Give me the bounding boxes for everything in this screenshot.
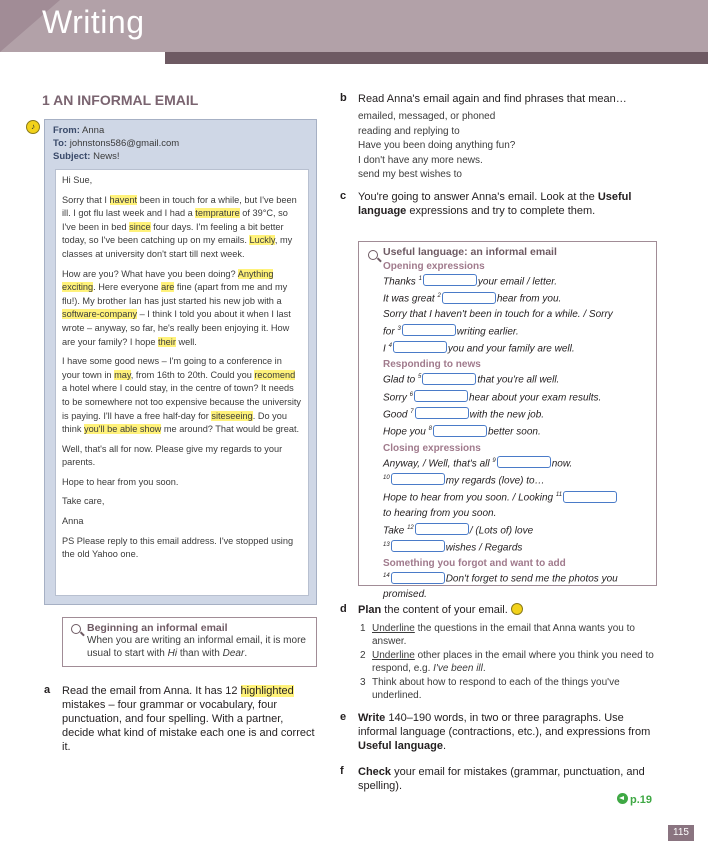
list-item: 2 Underline other places in the email whe… [360,650,654,674]
list-item: I don't have any more news. [358,154,483,166]
email-greeting: Hi Sue, [62,175,93,185]
useful-language-title: Useful language: an informal email [383,246,557,258]
email-paragraph-5: Hope to hear from you soon. [62,476,179,487]
answer-field[interactable] [432,424,487,437]
task-b-text: Read Anna's email again and find phrases… [358,93,627,105]
mistake-highlight: may [114,369,131,380]
phrase-line: Hope you 8 better soon. [383,424,541,438]
mistake-highlight: havent [109,194,138,205]
mistake-highlight: Luckly [249,235,275,246]
list-item: 3 Think about how to respond to each of t… [360,677,620,701]
phrase-line: Good 7 with the new job. [383,407,545,421]
email-paragraph-3: I have some good news – I'm going to a c… [62,356,302,435]
answer-field[interactable] [392,341,447,354]
header-strip [165,52,708,64]
list-item: emailed, messaged, or phoned [358,111,496,122]
tip-box: Beginning an informal email When you are… [62,617,317,667]
plan-list: 1 Underline the questions in the email th… [360,622,660,703]
answer-field[interactable] [441,291,496,304]
phrase-line: promised. [383,588,427,600]
answer-field[interactable] [414,389,469,402]
phrase-line: to hearing from you soon. [383,507,497,519]
page-reference-link[interactable]: p.19 [617,793,652,806]
task-a-letter: a [44,684,51,696]
email-subject: News! [93,151,120,162]
mistake-highlight: are [161,282,175,293]
arrow-icon [617,793,628,804]
email-paragraph-4: Well, that's all for now. Please give my… [62,443,283,468]
phrase-line: Anyway, / Well, that's all 9 now. [383,455,573,469]
phrase-line: 10 my regards (love) to… [383,473,545,487]
mistake-highlight: you'll be able show [83,424,162,435]
email-to: johnstons586@gmail.com [69,138,180,149]
task-d-letter: d [340,603,347,615]
magnifier-icon [71,624,81,634]
list-item: 1 Underline the questions in the email th… [360,623,635,647]
tip-text: When you are writing an informal email, … [87,635,306,659]
list-item: reading and replying to [358,125,460,137]
mistake-highlight: software-company [62,309,138,320]
task-b-letter: b [340,92,347,104]
page-number: 115 [668,825,694,841]
email-signature: Anna [62,516,84,527]
pencil-icon [510,603,523,615]
answer-field[interactable] [563,490,618,503]
phrase-line: 14 Don't forget to send me the photos you [383,571,618,585]
mistake-highlight: siteseeing [211,410,253,421]
answer-field[interactable] [422,274,477,287]
task-e-letter: e [340,711,347,723]
task-a-text: Read the email from Anna. It has 12 high… [62,685,315,753]
email-paragraph-1: Sorry that I havent been in touch for a … [62,194,297,259]
task-c-text: You're going to answer Anna's email. Loo… [358,191,632,217]
phrase-line: 13 wishes / Regards [383,540,523,554]
phrase-line: for 3 writing earlier. [383,323,519,337]
email-postscript: PS Please reply to this email address. I… [62,535,294,560]
answer-field[interactable] [496,455,551,468]
section-title: 1 AN INFORMAL EMAIL [42,92,199,108]
answer-field[interactable] [390,473,445,486]
email-signoff: Take care, [62,496,105,507]
answer-field[interactable] [401,323,456,336]
answer-field[interactable] [390,540,445,553]
page-title: Writing [42,4,145,40]
phrase-line: Hope to hear from you soon. / Looking 11 [383,488,648,505]
mistake-highlight: recomend [254,369,296,380]
task-f-letter: f [340,765,344,777]
magnifier-icon [368,250,378,260]
list-item: Have you been doing anything fun? [358,140,516,151]
answer-field[interactable] [414,522,469,535]
task-f-text: Check your email for mistakes (grammar, … [358,766,645,792]
answer-field[interactable] [390,571,445,584]
useful-language-box: Useful language: an informal email Openi… [358,241,657,600]
email-paragraph-2: How are you? What have you been doing? A… [62,268,291,347]
phrase-line: Sorry 6 hear about your exam results. [383,389,602,403]
answer-field[interactable] [422,372,477,385]
phrase-line: Sorry that I haven't been in touch for a… [383,308,613,320]
phrase-line: I 4 you and your family are well. [383,341,575,355]
forgot-heading: Something you forgot and want to add [383,558,566,570]
phrase-line: Thanks 1 your email / letter. [383,274,558,288]
responding-heading: Responding to news [383,359,481,371]
audio-icon[interactable]: ♪ [26,120,40,134]
mistake-highlight: their [158,336,176,347]
tip-title: Beginning an informal email [87,622,228,634]
closing-heading: Closing expressions [383,442,481,454]
phrase-list: emailed, messaged, or phoned reading and… [358,110,515,183]
task-d-text: Plan the content of your email. [358,603,658,617]
opening-heading: Opening expressions [383,261,485,272]
mistake-highlight: since [129,221,151,232]
list-item: send my best wishes to [358,169,462,180]
phrase-line: It was great 2 hear from you. [383,291,562,305]
answer-field[interactable] [414,407,469,420]
email-from: Anna [82,125,105,136]
phrase-line: Take 12/ (Lots of) love [383,522,534,536]
email-body: Hi Sue, Sorry that I havent been in touc… [55,169,309,596]
phrase-line: Glad to 5 that you're all well. [383,372,560,386]
email-card: From: Anna To: johnstons586@gmail.com Su… [44,119,317,605]
mistake-highlight: temprature [195,208,240,219]
email-header: From: Anna To: johnstons586@gmail.com Su… [53,125,180,162]
task-e-text: Write 140–190 words, in two or three par… [358,712,651,752]
task-c-letter: c [340,190,347,202]
